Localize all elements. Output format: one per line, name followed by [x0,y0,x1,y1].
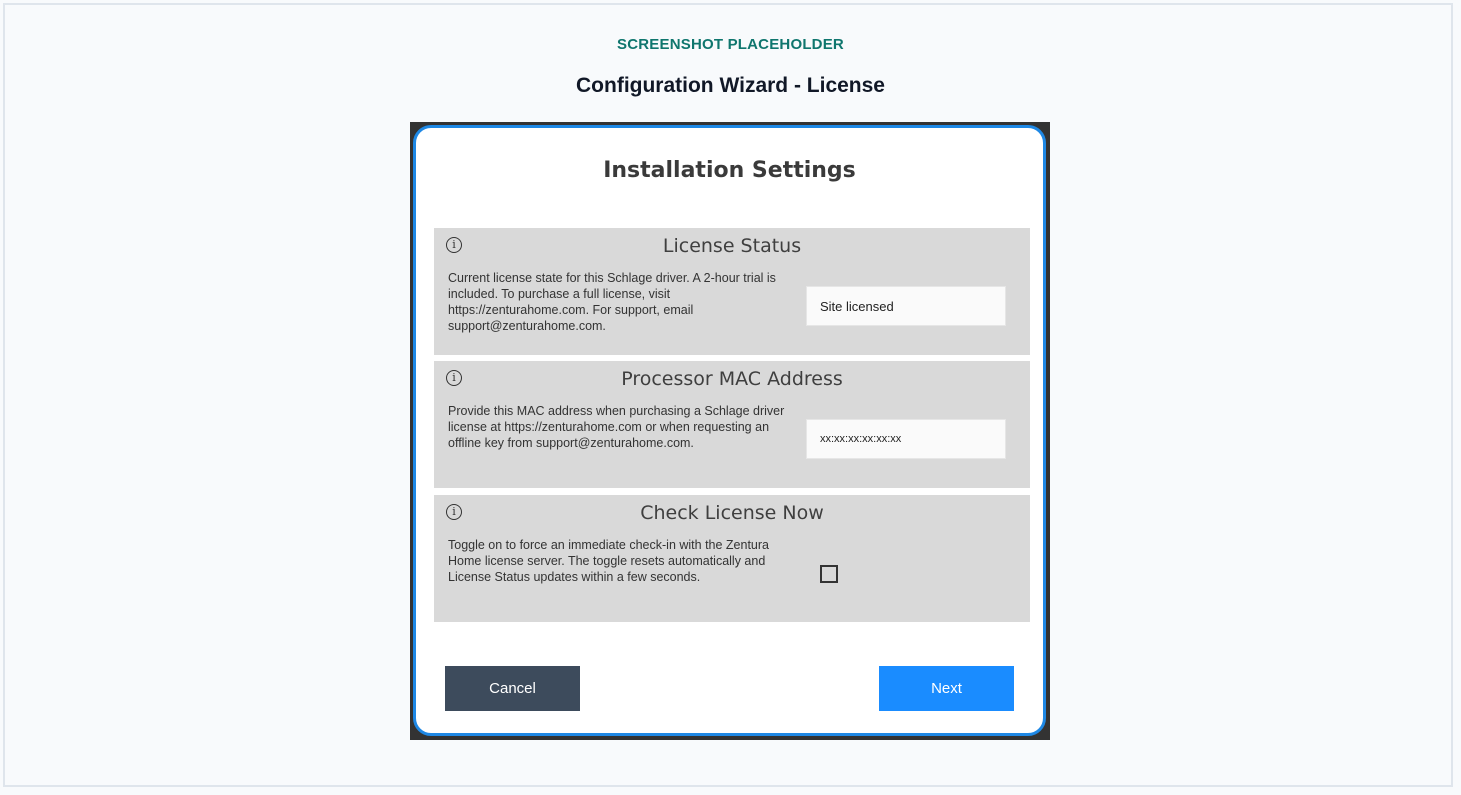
section-title: Processor MAC Address [621,368,843,390]
check-license-checkbox[interactable] [820,565,838,583]
section-title: License Status [662,235,802,257]
dialog-title: Installation Settings [603,158,856,183]
section-description: Provide this MAC address when purchasing… [448,404,785,450]
page-title: Configuration Wizard - License [576,74,885,97]
placeholder-label: SCREENSHOT PLACEHOLDER [617,36,844,53]
cancel-button[interactable]: Cancel [445,666,580,711]
section-description: Toggle on to force an immediate check-in… [448,538,770,584]
mac-address-section: i Processor MAC Address Provide this MAC… [434,361,1030,488]
next-button[interactable]: Next [879,666,1014,711]
license-status-section: i License Status Current license state f… [434,228,1030,355]
installation-settings-dialog: Installation Settings i License Status C… [413,125,1046,736]
license-status-field[interactable] [806,286,1006,326]
section-description: Current license state for this Schlage d… [448,271,776,333]
check-license-section: i Check License Now Toggle on to force a… [434,495,1030,622]
section-title: Check License Now [640,502,824,524]
mac-address-field[interactable] [806,419,1006,459]
